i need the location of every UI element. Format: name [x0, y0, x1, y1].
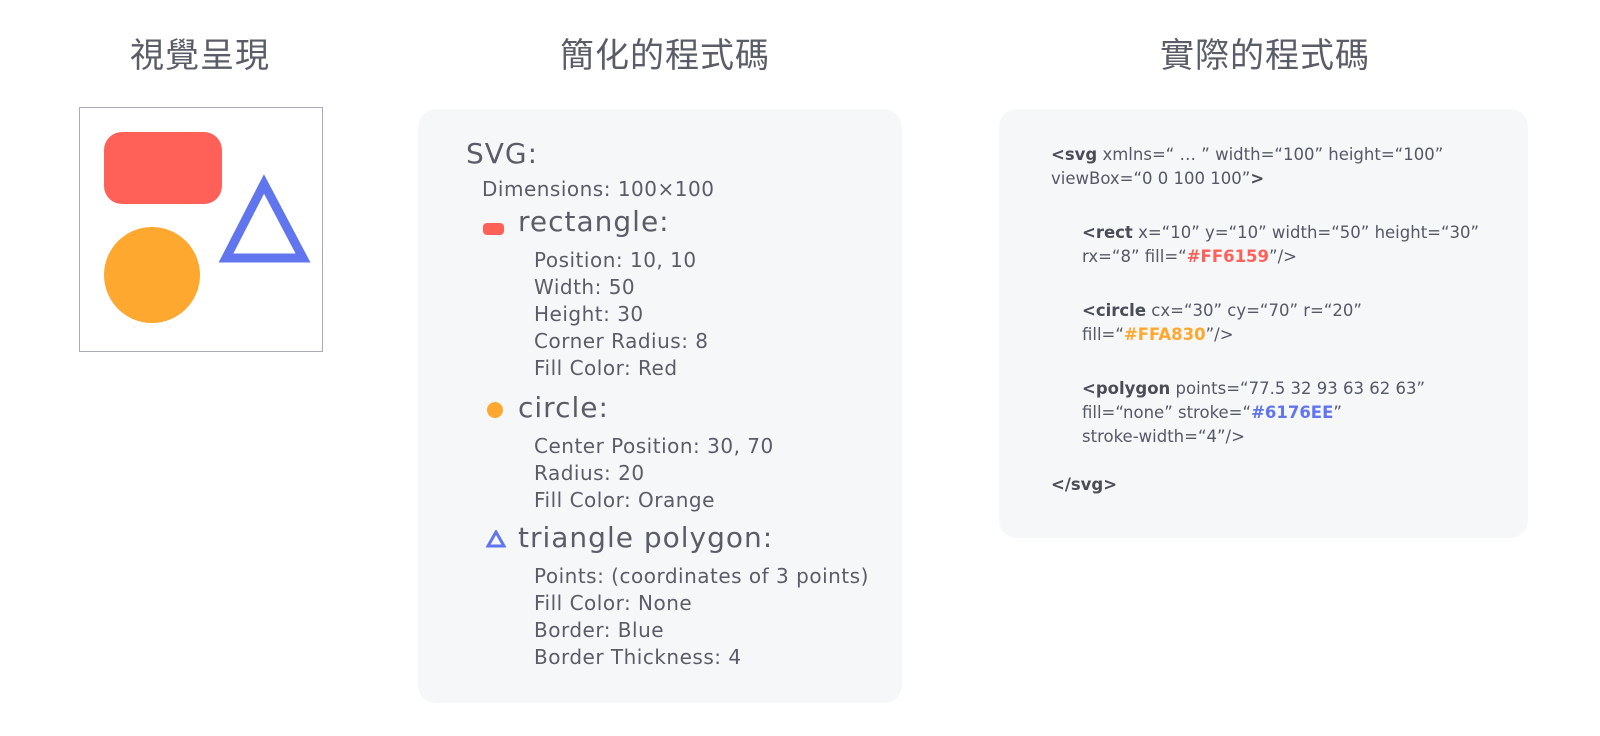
code-rect-close: ”/>	[1269, 247, 1297, 266]
svg-preview-frame	[79, 107, 323, 352]
simplified-code-panel: SVG: Dimensions: 100×100 rectangle: Posi…	[418, 109, 902, 703]
code-rect-fill-value: #FF6159	[1186, 247, 1270, 266]
circle-prop: Radius: 20	[534, 461, 645, 485]
code-circle-element: <circle cx=“30” cy=“70” r=“20” fill=“#FF…	[1082, 299, 1362, 347]
code-svg-close-tag: </svg>	[1051, 475, 1118, 494]
red-rounded-rectangle-icon	[483, 223, 504, 235]
preview-triangle	[218, 174, 311, 263]
circle-prop: Fill Color: Orange	[534, 488, 715, 512]
visual-column-title: 視覺呈現	[130, 36, 270, 76]
actual-code-column-title: 實際的程式碼	[1160, 36, 1370, 76]
rectangle-prop: Fill Color: Red	[534, 356, 678, 380]
code-circle-line2: fill=“	[1082, 325, 1124, 344]
code-polygon-quote: ”	[1333, 403, 1342, 422]
circle-heading: circle:	[518, 391, 609, 424]
code-polygon-line2: fill=“none” stroke=“	[1082, 403, 1252, 422]
svg-label: SVG:	[466, 137, 539, 170]
code-svg-close: </svg>	[1051, 473, 1117, 497]
rectangle-heading: rectangle:	[518, 205, 670, 238]
rectangle-prop: Width: 50	[534, 275, 636, 299]
triangle-heading: triangle polygon:	[518, 521, 774, 554]
triangle-prop: Border Thickness: 4	[534, 645, 742, 669]
preview-circle	[104, 227, 200, 323]
code-polygon-tag: <polygon	[1082, 379, 1171, 398]
orange-circle-icon	[487, 402, 503, 418]
circle-prop: Center Position: 30, 70	[534, 434, 774, 458]
code-rect-line2: rx=“8” fill=“	[1082, 247, 1187, 266]
code-rect-tag: <rect	[1082, 223, 1133, 242]
code-polygon-attrs: points=“77.5 32 93 63 62 63”	[1170, 379, 1426, 398]
triangle-prop: Border: Blue	[534, 618, 665, 642]
svg-preview-canvas	[104, 132, 311, 323]
code-polygon-line3: stroke-width=“4”/>	[1082, 427, 1245, 446]
code-circle-close: ”/>	[1205, 325, 1234, 344]
code-rect-attrs: x=“10” y=“10” width=“50” height=“30”	[1132, 223, 1480, 242]
code-polygon-stroke-value: #6176EE	[1251, 403, 1334, 422]
triangle-prop: Points: (coordinates of 3 points)	[534, 564, 869, 588]
rectangle-prop: Height: 30	[534, 302, 644, 326]
triangle-prop: Fill Color: None	[534, 591, 693, 615]
svg-dimensions: Dimensions: 100×100	[482, 177, 715, 201]
rectangle-prop: Position: 10, 10	[534, 248, 697, 272]
blue-triangle-outline-icon	[486, 530, 506, 548]
actual-code-panel: <svg xmlns=“ … ” width=“100” height=“100…	[999, 109, 1528, 538]
code-svg-attrs: xmlns=“ … ” width=“100” height=“100”	[1097, 145, 1444, 164]
code-rect-element: <rect x=“10” y=“10” width=“50” height=“3…	[1082, 221, 1479, 269]
rectangle-prop: Corner Radius: 8	[534, 329, 709, 353]
code-circle-fill-value: #FFA830	[1123, 325, 1206, 344]
code-svg-open-end: >	[1250, 169, 1265, 188]
simplified-code-column-title: 簡化的程式碼	[560, 36, 770, 76]
code-circle-attrs: cx=“30” cy=“70” r=“20”	[1146, 301, 1362, 320]
preview-rectangle	[104, 132, 222, 204]
code-svg-tag: <svg	[1051, 145, 1098, 164]
code-polygon-element: <polygon points=“77.5 32 93 63 62 63” fi…	[1082, 377, 1425, 449]
code-circle-tag: <circle	[1082, 301, 1147, 320]
code-svg-open: <svg xmlns=“ … ” width=“100” height=“100…	[1051, 143, 1443, 191]
code-svg-viewbox: viewBox=“0 0 100 100”	[1051, 169, 1251, 188]
